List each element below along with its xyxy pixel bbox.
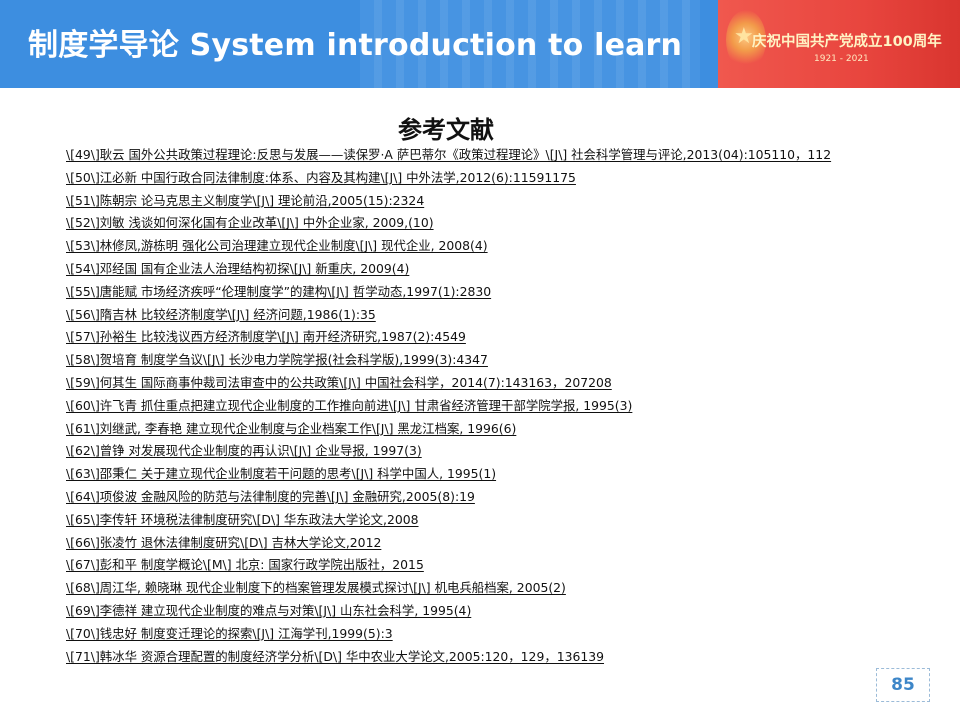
reference-item[interactable]: \[69\]李德祥 建立现代企业制度的难点与对策\[J\] 山东社会科学, 19… [66, 603, 896, 619]
anniversary-banner: ★ 庆祝中国共产党成立100周年 1921 - 2021 [718, 0, 960, 88]
reference-item[interactable]: \[62\]曾铮 对发展现代企业制度的再认识\[J\] 企业导报, 1997(3… [66, 443, 896, 459]
reference-item[interactable]: \[55\]唐能赋 市场经济疾呼“伦理制度学”的建构\[J\] 哲学动态,199… [66, 284, 896, 300]
reference-item[interactable]: \[65\]李传轩 环境税法律制度研究\[D\] 华东政法大学论文,2008 [66, 512, 896, 528]
reference-item[interactable]: \[51\]陈朝宗 论马克思主义制度学\[J\] 理论前沿,2005(15):2… [66, 193, 896, 209]
reference-item[interactable]: \[68\]周江华, 赖晓琳 现代企业制度下的档案管理发展模式探讨\[J\] 机… [66, 580, 896, 596]
reference-item[interactable]: \[67\]彭和平 制度学概论\[M\] 北京: 国家行政学院出版社，2015 [66, 557, 896, 573]
reference-item[interactable]: \[54\]邓经国 国有企业法人治理结构初探\[J\] 新重庆, 2009(4) [66, 261, 896, 277]
reference-item[interactable]: \[59\]何其生 国际商事仲裁司法审查中的公共政策\[J\] 中国社会科学，2… [66, 375, 896, 391]
reference-item[interactable]: \[71\]韩冰华 资源合理配置的制度经济学分析\[D\] 华中农业大学论文,2… [66, 649, 896, 665]
reference-item[interactable]: \[64\]项俊波 金融风险的防范与法律制度的完善\[J\] 金融研究,2005… [66, 489, 896, 505]
reference-item[interactable]: \[56\]隋吉林 比较经济制度学\[J\] 经济问题,1986(1):35 [66, 307, 896, 323]
header-bar: 制度学导论 System introduction to learn ★ 庆祝中… [0, 0, 960, 88]
reference-item[interactable]: \[52\]刘敏 浅谈如何深化国有企业改革\[J\] 中外企业家, 2009,(… [66, 215, 896, 231]
reference-item[interactable]: \[50\]江必新 中国行政合同法律制度:体系、内容及其构建\[J\] 中外法学… [66, 170, 896, 186]
reference-item[interactable]: \[57\]孙裕生 比较浅议西方经济制度学\[J\] 南开经济研究,1987(2… [66, 329, 896, 345]
slide-header-title: 制度学导论 System introduction to learn [28, 28, 683, 63]
reference-item[interactable]: \[70\]钱忠好 制度变迁理论的探索\[J\] 江海学刊,1999(5):3 [66, 626, 896, 642]
reference-item[interactable]: \[61\]刘继武, 李春艳 建立现代企业制度与企业档案工作\[J\] 黑龙江档… [66, 421, 896, 437]
reference-item[interactable]: \[66\]张凌竹 退休法律制度研究\[D\] 吉林大学论文,2012 [66, 535, 896, 551]
banner-text: 庆祝中国共产党成立100周年 [752, 34, 942, 50]
banner-years: 1921 - 2021 [814, 54, 869, 64]
reference-item[interactable]: \[49\]耿云 国外公共政策过程理论:反思与发展——读保罗·A 萨巴蒂尔《政策… [66, 147, 896, 163]
reference-item[interactable]: \[58\]贺培育 制度学刍议\[J\] 长沙电力学院学报(社会科学版),199… [66, 352, 896, 368]
star-icon: ★ [734, 24, 754, 49]
reference-item[interactable]: \[53\]林修凤,游栋明 强化公司治理建立现代企业制度\[J\] 现代企业, … [66, 238, 896, 254]
reference-item[interactable]: \[63\]邵秉仁 关于建立现代企业制度若干问题的思考\[J\] 科学中国人, … [66, 466, 896, 482]
reference-list: \[49\]耿云 国外公共政策过程理论:反思与发展——读保罗·A 萨巴蒂尔《政策… [66, 147, 896, 671]
page-title: 参考文献 [398, 116, 494, 144]
page-number: 85 [876, 668, 930, 702]
reference-item[interactable]: \[60\]许飞青 抓住重点把建立现代企业制度的工作推向前进\[J\] 甘肃省经… [66, 398, 896, 414]
